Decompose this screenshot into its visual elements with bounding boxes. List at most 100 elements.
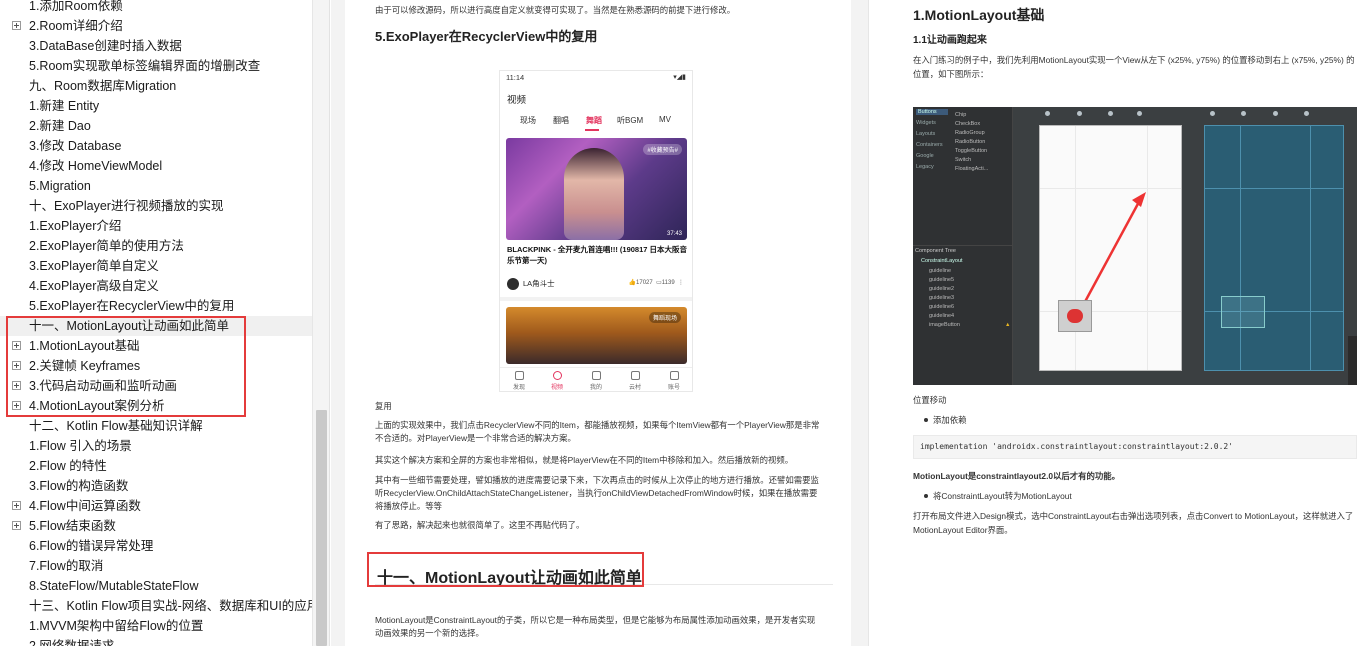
outline-item[interactable]: 5.Flow结束函数 <box>0 516 312 536</box>
author-name: LA角斗士 <box>523 279 555 288</box>
phone-bottom-nav: 发现 视频 我的 云村 账号 <box>500 367 692 391</box>
outline-item-label: 8.StateFlow/MutableStateFlow <box>29 579 199 593</box>
middle-scroll-gutter <box>851 0 868 646</box>
video-tag: 舞蹈现场 <box>648 312 681 323</box>
phone-tab: 翻唱 <box>553 116 569 125</box>
expand-icon[interactable] <box>12 381 21 390</box>
blueprint-view <box>1221 296 1265 328</box>
paragraph-top: 由于可以修改源码，所以进行高度自定义就变得可实现了。当然是在熟悉源码的前提下进行… <box>375 5 736 15</box>
phone-screenshot: 11:14 ▾◢▮ 视频 现场 翻唱 舞蹈 听BGM MV #收藏预告# 37:… <box>499 70 693 392</box>
image-button-preview <box>1058 300 1092 332</box>
outline-item[interactable]: 4.ExoPlayer高级自定义 <box>0 276 312 296</box>
phone-page-title: 视频 <box>507 95 527 106</box>
music-icon <box>591 371 601 380</box>
outline-item[interactable]: 十、ExoPlayer进行视频播放的实现 <box>0 196 312 216</box>
expand-icon[interactable] <box>12 501 21 510</box>
document-pane-right: 1.MotionLayout基础 1.1让动画跑起来 在入门练习的例子中，我们先… <box>868 0 1364 646</box>
outline-item-label: 4.修改 HomeViewModel <box>29 159 163 173</box>
outline-item[interactable]: 3.ExoPlayer简单自定义 <box>0 256 312 276</box>
outline-item[interactable]: 1.新建 Entity <box>0 96 312 116</box>
palette-category: Widgets <box>916 120 936 126</box>
outline-item-label: 十一、MotionLayout让动画如此简单 <box>29 319 230 333</box>
outline-item-label: 1.MVVM架构中留给Flow的位置 <box>29 619 204 633</box>
warning-icon: ▲ <box>1005 322 1011 328</box>
palette-widget: Chip <box>955 112 967 118</box>
phone-time: 11:14 <box>506 73 525 82</box>
expand-icon[interactable] <box>12 521 21 530</box>
outline-item[interactable]: 3.DataBase创建时插入数据 <box>0 36 312 56</box>
outline-item[interactable]: 2.ExoPlayer简单的使用方法 <box>0 236 312 256</box>
outline-item[interactable]: 十一、MotionLayout让动画如此简单 <box>0 316 312 336</box>
outline-item[interactable]: 1.ExoPlayer介绍 <box>0 216 312 236</box>
palette-widget: RadioButton <box>955 139 986 145</box>
like-count: 17027 <box>636 280 653 286</box>
outline-item[interactable]: 1.MVVM架构中留给Flow的位置 <box>0 616 312 636</box>
outline-item[interactable]: 3.代码启动动画和监听动画 <box>0 376 312 396</box>
paragraph-4: 有了思路，解决起来也就很简单了。这里不再贴代码了。 <box>375 520 585 530</box>
outline-item-label: 1.ExoPlayer介绍 <box>29 219 122 233</box>
outline-item-label: 1.MotionLayout基础 <box>29 339 140 353</box>
nav-item: 云村 <box>620 371 650 391</box>
palette-category: Layouts <box>916 131 936 137</box>
bullet-convert: 将ConstraintLayout转为MotionLayout <box>924 491 1072 501</box>
expand-icon[interactable] <box>12 361 21 370</box>
outline-item[interactable]: 十三、Kotlin Flow项目实战-网络、数据库和UI的应用 <box>0 596 312 616</box>
outline-item[interactable]: 1.MotionLayout基础 <box>0 336 312 356</box>
outline-item[interactable]: 3.Flow的构造函数 <box>0 476 312 496</box>
heading-motionlayout-basics: 1.MotionLayout基础 <box>913 7 1045 23</box>
outline-item[interactable]: 九、Room数据库Migration <box>0 76 312 96</box>
outline-item[interactable]: 1.添加Room依赖 <box>0 0 312 16</box>
palette-category: Buttons <box>916 109 948 115</box>
palette-category: Containers <box>916 142 943 148</box>
outline-item[interactable]: 5.Room实现歌单标签编辑界面的增删改查 <box>0 56 312 76</box>
outline-item-label: 1.Flow 引入的场景 <box>29 439 132 453</box>
outline-item[interactable]: 2.新建 Dao <box>0 116 312 136</box>
outline-item[interactable]: 2.Room详细介绍 <box>0 16 312 36</box>
more-icon: ⋮ <box>678 280 684 286</box>
discover-icon <box>514 371 524 380</box>
phone-tabs: 现场 翻唱 舞蹈 听BGM MV <box>500 115 692 131</box>
outline-item-label: 5.ExoPlayer在RecyclerView中的复用 <box>29 299 235 313</box>
ide-palette: Buttons Widgets Layouts Containers Googl… <box>913 107 1013 245</box>
outline-item[interactable]: 5.ExoPlayer在RecyclerView中的复用 <box>0 296 312 316</box>
bullet-add-dependency: 添加依赖 <box>924 415 967 425</box>
outline-scrollbar[interactable] <box>312 0 329 646</box>
heading-run-animation: 1.1让动画跑起来 <box>913 35 987 46</box>
outline-item-label: 九、Room数据库Migration <box>29 79 177 93</box>
expand-icon[interactable] <box>12 401 21 410</box>
outline-item[interactable]: 4.Flow中间运算函数 <box>0 496 312 516</box>
guideline-handle <box>1045 111 1050 116</box>
outline-item[interactable]: 8.StateFlow/MutableStateFlow <box>0 576 312 596</box>
outline-item-label: 7.Flow的取消 <box>29 559 104 573</box>
paragraph-reuse: 复用 <box>375 401 392 411</box>
signal-battery-icon: ▾◢▮ <box>673 74 686 81</box>
outline-item[interactable]: 6.Flow的错误异常处理 <box>0 536 312 556</box>
outline-item-label: 4.ExoPlayer高级自定义 <box>29 279 159 293</box>
outline-item[interactable]: 2.Flow 的特性 <box>0 456 312 476</box>
outline-item[interactable]: 2.关键帧 Keyframes <box>0 356 312 376</box>
outline-item[interactable]: 5.Migration <box>0 176 312 196</box>
ide-screenshot: Buttons Widgets Layouts Containers Googl… <box>913 107 1357 385</box>
expand-icon[interactable] <box>12 341 21 350</box>
outline-item[interactable]: 1.Flow 引入的场景 <box>0 436 312 456</box>
expand-icon[interactable] <box>12 21 21 30</box>
outline-item[interactable]: 2.网络数据请求 <box>0 636 312 646</box>
guideline-handle <box>1137 111 1142 116</box>
thumb-up-icon: 👍 <box>628 280 637 286</box>
blueprint-guideline <box>1205 188 1343 189</box>
blueprint-guideline <box>1310 126 1311 370</box>
phone-tab-active: 舞蹈 <box>586 116 602 125</box>
design-surface <box>1039 125 1182 371</box>
outline-item[interactable]: 7.Flow的取消 <box>0 556 312 576</box>
tree-node: guideline3 <box>929 295 955 301</box>
video-tag: #收藏预告# <box>643 144 682 155</box>
outline-item[interactable]: 4.MotionLayout案例分析 <box>0 396 312 416</box>
component-tree: Component Tree ConstraintLayout guidelin… <box>913 245 1013 385</box>
nav-item: 我的 <box>581 371 611 391</box>
outline-item[interactable]: 4.修改 HomeViewModel <box>0 156 312 176</box>
outline-item-label: 4.Flow中间运算函数 <box>29 499 141 513</box>
outline-item[interactable]: 十二、Kotlin Flow基础知识详解 <box>0 416 312 436</box>
outline-scrollbar-thumb[interactable] <box>316 410 327 646</box>
video-author: LA角斗士 <box>507 278 555 291</box>
outline-item[interactable]: 3.修改 Database <box>0 136 312 156</box>
